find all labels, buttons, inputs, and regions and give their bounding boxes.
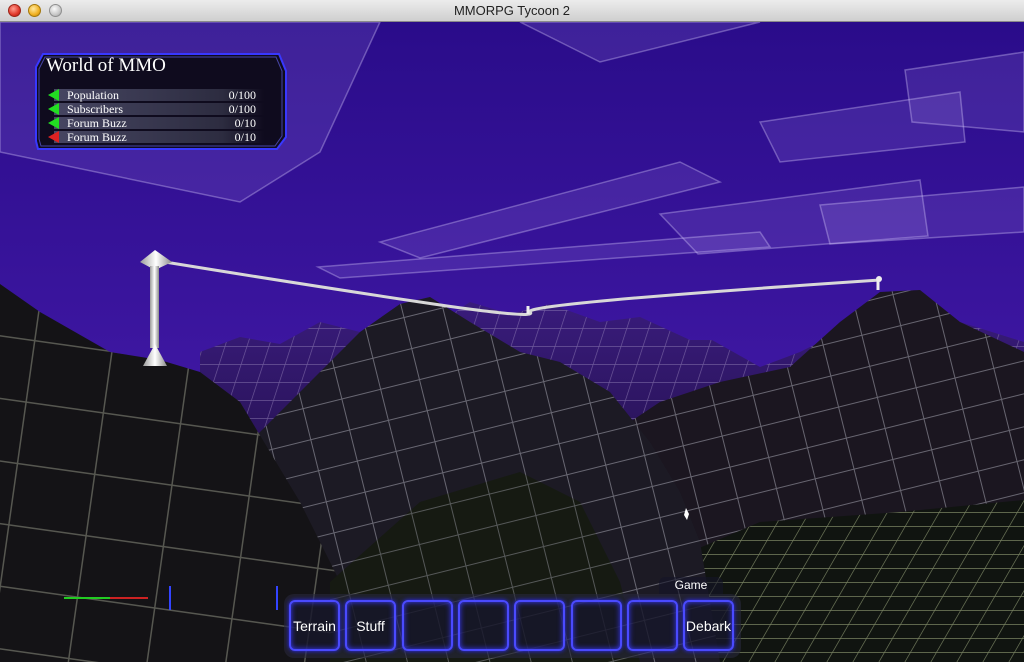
world-stats-panel: World of MMO Population 0/100 Subscriber… (35, 53, 287, 150)
stat-row-subscribers: Subscribers 0/100 (48, 102, 270, 116)
game-tab[interactable]: Game (659, 577, 723, 594)
stat-row-forum-buzz: Forum Buzz 0/10 (48, 116, 270, 130)
terrain-button[interactable]: Terrain (289, 600, 340, 651)
world-name: World of MMO (46, 55, 166, 76)
trend-arrow-icon (48, 89, 59, 101)
red-meter-bar (110, 597, 148, 599)
stat-label: Forum Buzz (67, 130, 127, 144)
title-bar[interactable]: MMORPG Tycoon 2 (0, 0, 1024, 22)
game-window: MMORPG Tycoon 2 World of MMO Population … (0, 0, 1024, 662)
tool-slot-5[interactable] (514, 600, 565, 651)
blue-marker-right (276, 586, 278, 610)
trend-arrow-icon (48, 117, 59, 129)
blue-marker-left (169, 586, 171, 610)
stat-row-population: Population 0/100 (48, 88, 270, 102)
trend-arrow-icon (48, 103, 59, 115)
trend-arrow-icon (48, 131, 59, 143)
tool-slot-6[interactable] (571, 600, 622, 651)
stat-value: 0/10 (234, 130, 256, 144)
tool-slot-4[interactable] (458, 600, 509, 651)
stat-label: Forum Buzz (67, 116, 127, 130)
tool-slot-3[interactable] (402, 600, 453, 651)
tool-slot-7[interactable] (627, 600, 678, 651)
stat-label: Population (67, 88, 120, 102)
debark-button[interactable]: Debark (683, 600, 734, 651)
stat-value: 0/100 (228, 88, 256, 102)
window-title: MMORPG Tycoon 2 (453, 3, 571, 18)
stat-label: Subscribers (67, 102, 123, 116)
green-meter-bar (64, 597, 110, 599)
stuff-button[interactable]: Stuff (345, 600, 396, 651)
stat-row-forum-buzz-2: Forum Buzz 0/10 (48, 130, 270, 144)
stat-value: 0/100 (228, 102, 256, 116)
stat-value: 0/10 (234, 116, 256, 130)
